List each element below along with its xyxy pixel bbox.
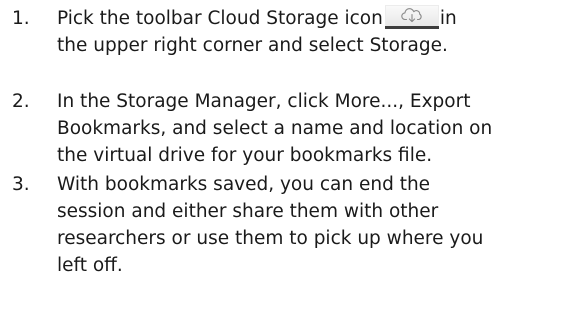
step-text-before-icon: Pick the toolbar Cloud Storage icon — [57, 8, 383, 29]
step-text: In the Storage Manager, click More..., E… — [57, 88, 586, 169]
step-line: researchers or use them to pick up where… — [57, 228, 484, 249]
step-line: the virtual drive for your bookmarks fil… — [57, 145, 433, 166]
step-number: 2. — [12, 91, 30, 112]
step-line: In the Storage Manager, click More..., E… — [57, 91, 471, 112]
step-line: the upper right corner and select Storag… — [57, 35, 448, 56]
step-line: Pick the toolbar Cloud Storage icon in — [57, 5, 586, 32]
step-line: With bookmarks saved, you can end the — [57, 174, 431, 195]
step-text-after-icon: in — [439, 8, 457, 29]
step-line: Bookmarks, and select a name and locatio… — [57, 118, 493, 139]
step-text: With bookmarks saved, you can end the se… — [57, 171, 586, 279]
step-line: session and either share them with other — [57, 201, 439, 222]
step-text: Pick the toolbar Cloud Storage icon in th… — [57, 5, 586, 59]
step-number: 3. — [12, 174, 30, 195]
step-number: 1. — [12, 8, 30, 29]
step-line: left off. — [57, 255, 123, 276]
cloud-storage-icon — [384, 5, 439, 32]
